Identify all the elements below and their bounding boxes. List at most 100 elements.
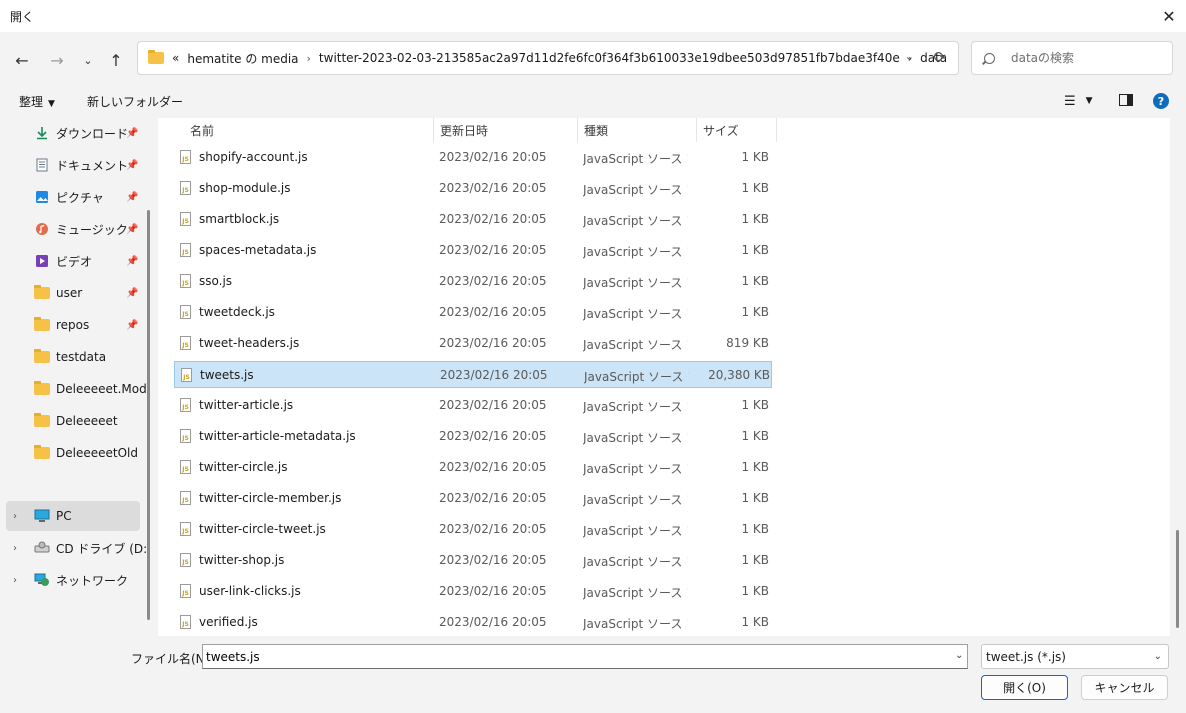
file-row[interactable]: JS sso.js 2023/02/16 20:05 JavaScript ソース フ… [174,268,772,295]
file-row[interactable]: JS tweets.js 2023/02/16 20:05 JavaScript ソー… [174,361,772,388]
cancel-button-label: キャンセル [1094,681,1155,695]
sidebar-item-deleeeeet-mode[interactable]: Deleeeeet.Mode [0,374,150,404]
file-row[interactable]: JS spaces-metadata.js 2023/02/16 20:05 Java… [174,237,772,264]
file-row[interactable]: JS twitter-circle.js 2023/02/16 20:05 JavaS… [174,454,772,481]
sidebar-item-videos[interactable]: ビデオ 📌 [0,246,142,276]
search-input[interactable] [1011,51,1161,65]
file-size: 20,380 KB [708,368,770,382]
list-view-icon: ☰ [1064,93,1076,109]
sidebar-item-label: CD ドライブ (D:) v [56,541,150,556]
sidebar-item-pc[interactable]: › PC [6,501,140,531]
address-history-dropdown[interactable]: ⌄ [905,50,914,63]
chevron-down-icon[interactable]: ⌄ [955,650,963,661]
file-row[interactable]: JS twitter-circle-member.js 2023/02/16 20:… [174,485,772,512]
file-size: 1 KB [741,429,769,443]
file-row[interactable]: JS twitter-article.js 2023/02/16 20:05 Java… [174,392,772,419]
file-type: JavaScript ソース フ... [583,524,688,538]
back-arrow-icon: ← [15,50,29,70]
recent-locations-button[interactable]: ⌄ [76,48,100,72]
navigation-pane: ダウンロード 📌 ドキュメント 📌 ピクチャ 📌 ミュージック 📌 ビデオ 📌 … [0,118,150,636]
sidebar-item-label: repos [56,318,90,332]
sidebar-item-network[interactable]: › ネットワーク [0,565,142,595]
file-size: 1 KB [741,305,769,319]
file-name: twitter-circle-member.js [199,491,342,505]
search-box[interactable] [971,41,1173,75]
file-date: 2023/02/16 20:05 [439,553,547,567]
js-file-icon: JS [180,460,191,474]
js-file-icon: JS [181,368,192,382]
file-size: 1 KB [741,615,769,629]
file-date: 2023/02/16 20:05 [439,491,547,505]
file-row[interactable]: JS tweetdeck.js 2023/02/16 20:05 JavaScript… [174,299,772,326]
file-list-scrollbar[interactable] [1176,530,1179,628]
column-header-size[interactable]: サイズ [697,118,777,142]
file-row[interactable]: JS shop-module.js 2023/02/16 20:05 JavaScri… [174,175,772,202]
file-date: 2023/02/16 20:05 [439,522,547,536]
chevron-right-icon[interactable]: › [13,511,17,522]
sidebar-item-pictures[interactable]: ピクチャ 📌 [0,182,142,212]
address-bar[interactable]: « hematite の media › twitter-2023-02-03-… [137,41,959,75]
sidebar-item-cd-drive[interactable]: › CD ドライブ (D:) v [0,533,150,563]
folder-icon [34,445,50,459]
column-header-name[interactable]: ⌃ 名前 [184,118,434,142]
file-row[interactable]: JS twitter-shop.js 2023/02/16 20:05 JavaScr… [174,547,772,574]
file-row[interactable]: JS twitter-circle-tweet.js 2023/02/16 20:0… [174,516,772,543]
forward-button[interactable]: → [45,48,69,72]
sidebar-item-music[interactable]: ミュージック 📌 [0,214,142,244]
organize-button[interactable]: 整理 ▼ [19,93,55,110]
file-name: sso.js [199,274,233,288]
file-row[interactable]: JS verified.js 2023/02/16 20:05 JavaScript … [174,609,772,636]
filetype-select[interactable]: tweet.js (*.js) ⌄ [981,644,1169,669]
cancel-button[interactable]: キャンセル [1081,675,1168,700]
file-row[interactable]: JS smartblock.js 2023/02/16 20:05 JavaScrip… [174,206,772,233]
sidebar-item-user[interactable]: user 📌 [0,278,142,308]
sidebar-item-deleeeeet[interactable]: Deleeeeet [0,406,142,436]
new-folder-button[interactable]: 新しいフォルダー [87,93,183,110]
js-file-icon: JS [180,212,191,226]
js-file-icon: JS [180,553,191,567]
folder-icon [34,317,50,331]
file-row[interactable]: JS tweet-headers.js 2023/02/16 20:05 JavaSc… [174,330,772,357]
js-file-icon: JS [180,336,191,350]
close-button[interactable]: ✕ [1152,0,1186,32]
command-bar: 整理 ▼ 新しいフォルダー [0,84,1186,118]
file-row[interactable]: JS shopify-account.js 2023/02/16 20:05 Java… [174,144,772,171]
column-header-date[interactable]: 更新日時 [434,118,578,142]
chevron-right-icon[interactable]: › [13,543,17,554]
file-size: 1 KB [741,398,769,412]
back-button[interactable]: ← [10,48,34,72]
up-button[interactable]: ↑ [104,48,128,72]
chevron-right-icon[interactable]: › [307,52,311,65]
sidebar-item-label: ダウンロード [56,126,129,141]
sidebar-item-label: testdata [56,350,107,364]
sidebar-item-downloads[interactable]: ダウンロード 📌 [0,118,142,148]
preview-pane-icon[interactable] [1119,94,1133,106]
help-icon[interactable]: ? [1153,93,1169,109]
file-size: 1 KB [741,150,769,164]
file-row[interactable]: JS twitter-article-metadata.js 2023/02/16 … [174,423,772,450]
chevron-right-icon[interactable]: › [13,575,17,586]
file-row[interactable]: JS user-link-clicks.js 2023/02/16 20:05 Jav… [174,578,772,605]
file-name: twitter-circle-tweet.js [199,522,326,536]
file-name: verified.js [199,615,258,629]
cd-drive-icon [34,541,50,555]
pictures-icon [34,190,50,204]
chevron-down-icon: ⌄ [83,53,93,67]
sidebar-item-documents[interactable]: ドキュメント 📌 [0,150,142,180]
refresh-icon[interactable]: ⟳ [933,48,946,66]
column-header-type[interactable]: 種類 [578,118,697,142]
view-options-button[interactable]: ☰ ▼ [1064,93,1102,109]
breadcrumb-item[interactable]: twitter-2023-02-03-213585ac2a97d11d2fe6f… [319,51,900,65]
open-button[interactable]: 開く(O) [981,675,1068,700]
breadcrumb-overflow[interactable]: « [172,51,179,65]
file-date: 2023/02/16 20:05 [439,584,547,598]
sidebar-item-repos[interactable]: repos 📌 [0,310,142,340]
close-icon: ✕ [1162,6,1176,26]
filename-input[interactable] [202,644,968,669]
file-date: 2023/02/16 20:05 [440,368,548,382]
sidebar-item-testdata[interactable]: testdata [0,342,142,372]
sidebar-item-deleeeeetold[interactable]: DeleeeeetOld [0,438,142,468]
sidebar-item-label: DeleeeeetOld [56,446,138,460]
sidebar-scrollbar[interactable] [147,210,150,620]
breadcrumb-item[interactable]: hematite の media [187,50,298,67]
